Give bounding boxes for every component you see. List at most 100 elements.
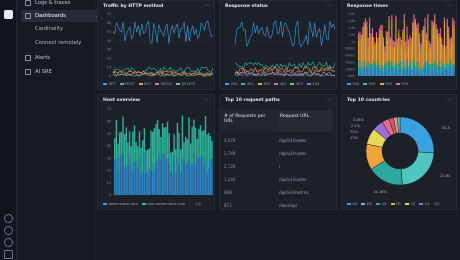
response-times-panel: Response times ⋯ 1.8s 1.6s 1.4s 1.2s 1s 800ms…	[341, 0, 457, 90]
bar-segment	[377, 38, 379, 43]
bar-segment	[369, 17, 371, 24]
bar-segment	[420, 49, 422, 69]
settings-icon[interactable]	[4, 238, 13, 247]
bar-segment	[145, 150, 147, 173]
y-tick-label: 600ms	[345, 54, 355, 58]
bar-segment	[180, 172, 182, 195]
table-row[interactable]: 1,244/api/v1/nodes	[221, 175, 333, 186]
bar-segment	[123, 166, 126, 195]
bar-segment	[140, 147, 142, 175]
bar-segment	[420, 68, 422, 73]
bar-segment	[430, 46, 432, 64]
panel-menu-icon[interactable]: ⋯	[446, 2, 452, 9]
table-row[interactable]: 2,749/api/v1/nodes	[221, 149, 333, 160]
bar-segment	[138, 131, 141, 157]
bar-segment	[385, 62, 387, 72]
bar-segment	[387, 40, 389, 63]
bar-segment	[380, 68, 382, 72]
bar-segment	[183, 160, 185, 195]
bar-segment	[424, 67, 426, 76]
slice-label: 2.1%	[351, 124, 361, 128]
sidebar-item-dashboards[interactable]: Dashboards ⌄	[21, 10, 107, 22]
bar-segment	[406, 26, 408, 35]
bar-segment	[417, 73, 419, 76]
bar-segment	[385, 31, 387, 36]
bar-segment	[443, 68, 446, 76]
table-header-url[interactable]: Request URL	[277, 110, 333, 132]
countries-panel: Top 10 countries ⋯ 24.5% 21.84% 16.16% 3.28…	[341, 94, 457, 210]
sidebar-item-ai-sre[interactable]: AI SRE	[21, 66, 107, 78]
bell-icon[interactable]	[4, 214, 13, 223]
bar-segment	[118, 132, 121, 158]
grid-icon[interactable]	[4, 250, 13, 259]
bar-segment	[449, 38, 451, 47]
bar-segment	[367, 37, 369, 46]
y-tick-label: 30	[107, 156, 111, 160]
bar-segment	[381, 24, 383, 31]
bar-segment	[396, 42, 398, 65]
donut-slice[interactable]	[399, 116, 435, 154]
bar-segment	[373, 68, 375, 76]
table-row[interactable]: 2,726/	[221, 162, 333, 173]
donut-slice[interactable]	[400, 151, 435, 186]
table-header-count[interactable]: # of Requests per URL	[221, 110, 277, 132]
sidebar-item-logs[interactable]: Logs & traces ‹	[21, 0, 107, 9]
y-tick-label: 40	[107, 39, 111, 43]
table-row[interactable]: 873/docs/api	[221, 201, 333, 212]
bar-segment	[198, 129, 200, 158]
help-icon[interactable]	[4, 226, 13, 235]
bar-segment	[208, 132, 210, 168]
panel-menu-icon[interactable]: ⋯	[446, 96, 452, 103]
panel-menu-icon[interactable]: ⋯	[326, 96, 332, 103]
sidebar-item-cardinality[interactable]: Cardinality	[35, 26, 63, 32]
panel-menu-icon[interactable]: ⋯	[204, 96, 210, 103]
app-logo-icon[interactable]	[4, 10, 13, 19]
bar-segment	[445, 52, 447, 67]
bar-segment	[443, 63, 446, 69]
bar-segment	[153, 170, 155, 195]
bar-segment	[388, 19, 390, 62]
bar-segment	[374, 45, 376, 64]
bar-segment	[389, 45, 392, 62]
bar-segment	[395, 61, 397, 70]
panel-menu-icon[interactable]: ⋯	[204, 2, 210, 9]
bar-segment	[171, 171, 174, 195]
panel-menu-icon[interactable]: ⋯	[326, 2, 332, 9]
bar-segment	[389, 68, 392, 76]
bar-segment	[163, 127, 165, 155]
table-row[interactable]: 4,478/api/v1/nodes	[221, 136, 333, 147]
y-tick-label: 1s	[351, 40, 355, 44]
sidebar-item-connect-remotely[interactable]: Connect remotely	[35, 40, 81, 46]
bar-segment	[142, 140, 144, 172]
bar-segment	[412, 70, 414, 76]
bar-segment	[204, 116, 207, 158]
bar-segment	[425, 69, 428, 76]
bar-segment	[450, 37, 452, 42]
legend-pager[interactable]: 1/2	[195, 202, 201, 206]
legend-item: betterstack.com	[103, 202, 138, 206]
bar-segment	[403, 20, 405, 63]
chart-legend: GET POST PUT PATCH DELETE	[103, 82, 195, 86]
bar-segment	[369, 67, 371, 76]
bar-segment	[453, 69, 455, 76]
bar-segment	[417, 66, 419, 73]
bar-segment	[380, 25, 382, 32]
table-row[interactable]: 888/api/v1/metrics	[221, 188, 333, 199]
bar-segment	[378, 34, 380, 65]
chart-legend: betterstack.com logs.betterstack.com 1/2	[103, 202, 201, 206]
bar-segment	[405, 67, 407, 71]
bar-segment	[201, 155, 203, 195]
bar-segment	[143, 128, 146, 154]
bar-segment	[448, 63, 450, 68]
bar-segment	[135, 142, 137, 163]
legend-item: P50	[347, 82, 359, 86]
bar-segment	[369, 62, 371, 68]
sidebar-item-alerts[interactable]: Alerts ‹	[21, 52, 107, 64]
legend-pager[interactable]: 1/2	[434, 202, 440, 206]
bar-segment	[391, 20, 393, 62]
bar-segment	[430, 71, 432, 76]
bar-segment	[423, 26, 425, 31]
bar-segment	[413, 21, 415, 60]
bar-segment	[186, 139, 188, 163]
bar-segment	[388, 70, 390, 76]
